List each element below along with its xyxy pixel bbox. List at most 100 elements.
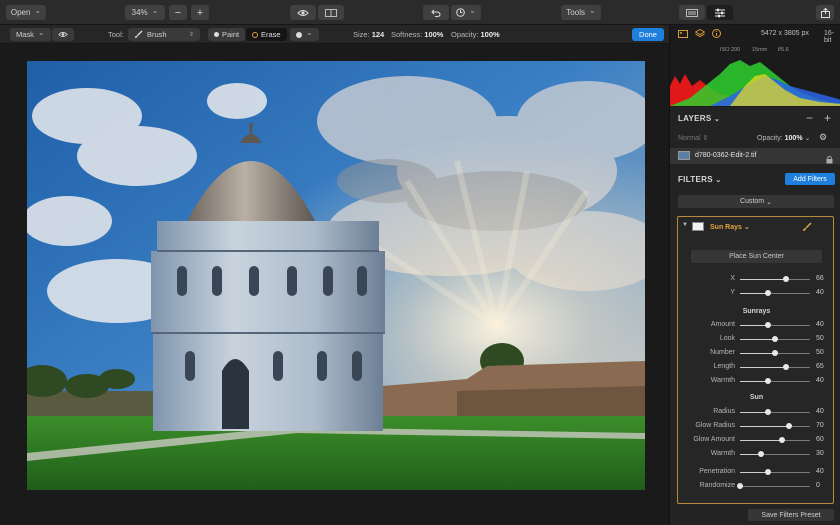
slider-knob[interactable] <box>772 336 778 342</box>
slider-track[interactable] <box>740 290 810 296</box>
slider-knob[interactable] <box>765 378 771 384</box>
slider-y[interactable]: Y 40 <box>678 287 835 299</box>
paint-dot-icon <box>214 32 219 37</box>
done-button[interactable]: Done <box>632 28 664 41</box>
slider-knob[interactable] <box>765 322 771 328</box>
slider-knob[interactable] <box>737 483 743 489</box>
layer-item[interactable]: d780-0362-Edit-2.tif <box>670 148 840 164</box>
slider-knob[interactable] <box>772 350 778 356</box>
add-layer-button[interactable]: + <box>824 111 831 125</box>
image-info-row: 5472 x 3805 px 16-bit <box>678 28 838 44</box>
tools-dropdown[interactable]: Tools <box>561 5 601 20</box>
slider-knob[interactable] <box>783 276 790 282</box>
slider-track[interactable] <box>740 336 810 342</box>
slider-radius[interactable]: Radius 40 <box>678 406 835 418</box>
slider-glow-amount[interactable]: Glow Amount 60 <box>678 434 835 446</box>
brush-size-control[interactable]: Size: 124 <box>353 28 384 41</box>
slider-warmth[interactable]: Warmth 40 <box>678 375 835 387</box>
brush-opacity-control[interactable]: Opacity: 100% <box>451 28 500 41</box>
slider-knob[interactable] <box>765 469 771 475</box>
adjustments-panel-toggle[interactable] <box>707 5 733 20</box>
layers-title[interactable]: LAYERS ⌄ <box>678 114 720 123</box>
histogram-graph <box>670 60 840 106</box>
slider-track[interactable] <box>740 409 810 415</box>
collapse-triangle-icon[interactable]: ▼ <box>682 222 688 228</box>
tool-label: Tool: <box>108 30 124 39</box>
filter-preset-dropdown[interactable]: Custom ⌄ <box>678 195 834 208</box>
filter-name[interactable]: Sun Rays ⌄ <box>710 223 750 231</box>
blend-mode-dropdown[interactable]: Normal ⇕ <box>678 134 708 142</box>
slider-amount[interactable]: Amount 40 <box>678 319 835 331</box>
slider-label: Randomize <box>699 482 735 489</box>
share-button[interactable] <box>816 5 834 20</box>
zoom-in-button[interactable]: + <box>191 5 209 20</box>
remove-layer-button[interactable]: − <box>806 111 813 125</box>
histogram: 5472 x 3805 px 16-bit ISO 200 15mm f/5.6 <box>670 25 840 107</box>
image-canvas[interactable] <box>0 45 669 525</box>
gear-icon[interactable]: ⚙ <box>819 132 827 143</box>
slider-fill <box>740 426 789 427</box>
slider-knob[interactable] <box>786 423 792 429</box>
compare-view-button[interactable] <box>318 5 344 20</box>
slider-track[interactable] <box>740 423 810 429</box>
filter-mask-thumbnail[interactable] <box>692 222 704 231</box>
slider-track[interactable] <box>740 364 810 370</box>
slider-length[interactable]: Length 65 <box>678 361 835 373</box>
layers-panel-toggle[interactable] <box>679 5 705 20</box>
erase-mode-button[interactable]: Erase <box>246 28 287 41</box>
save-filters-preset-button[interactable]: Save Filters Preset <box>748 509 834 521</box>
mask-visibility-button[interactable] <box>52 28 74 41</box>
slider-value: 70 <box>816 422 824 429</box>
slider-knob[interactable] <box>765 409 771 415</box>
slider-track[interactable] <box>737 483 810 489</box>
layer-thumbnail <box>678 151 690 160</box>
slider-randomize[interactable]: Randomize 0 <box>678 480 835 492</box>
paint-mode-button[interactable]: Paint <box>208 28 246 41</box>
slider-warmth[interactable]: Warmth 30 <box>678 448 835 460</box>
slider-track[interactable] <box>740 469 810 475</box>
brush-preset-dropdown[interactable] <box>290 28 319 41</box>
slider-value: 60 <box>816 436 824 443</box>
zoom-dropdown[interactable]: 34% <box>125 5 165 20</box>
tool-dropdown[interactable]: Brush ⇕ <box>128 28 200 41</box>
layer-opacity-control[interactable]: Opacity: 100% ⌄ <box>757 134 810 142</box>
photo-pisa-baptistery[interactable] <box>27 61 645 490</box>
info-icon <box>712 29 721 38</box>
brush-softness-control[interactable]: Softness: 100% <box>391 28 443 41</box>
exif-iso: ISO 200 <box>720 47 741 53</box>
slider-track[interactable] <box>740 322 810 328</box>
undo-button[interactable] <box>423 5 449 20</box>
slider-value: 40 <box>816 321 824 328</box>
place-sun-center-button[interactable]: Place Sun Center <box>691 250 822 263</box>
slider-glow-radius[interactable]: Glow Radius 70 <box>678 420 835 432</box>
slider-fill <box>740 472 768 473</box>
brush-icon[interactable] <box>802 222 812 232</box>
slider-fill <box>740 353 775 354</box>
layer-options-row: Normal ⇕ Opacity: 100% ⌄ ⚙ <box>670 131 840 145</box>
slider-track[interactable] <box>740 276 810 282</box>
undo-icon <box>431 9 441 17</box>
slider-knob[interactable] <box>758 451 764 457</box>
slider-track[interactable] <box>740 350 810 356</box>
slider-number[interactable]: Number 50 <box>678 347 835 359</box>
open-button[interactable]: Open <box>6 5 46 20</box>
slider-track[interactable] <box>740 451 810 457</box>
slider-label: Warmth <box>710 377 735 384</box>
slider-knob[interactable] <box>782 364 789 370</box>
slider-x[interactable]: X 66 <box>678 273 835 285</box>
add-filters-button[interactable]: Add Filters <box>785 173 835 185</box>
filters-title[interactable]: FILTERS ⌄ <box>678 175 722 184</box>
slider-knob[interactable] <box>765 290 771 296</box>
sun-rays-header[interactable]: ▼ Sun Rays ⌄ <box>678 217 835 237</box>
slider-penetration[interactable]: Penetration 40 <box>678 466 835 478</box>
exif-focal: 15mm <box>752 47 768 53</box>
layers-stack-icon <box>695 29 705 38</box>
preview-toggle-button[interactable] <box>290 5 316 20</box>
mask-dropdown[interactable]: Mask <box>10 28 51 41</box>
slider-track[interactable] <box>740 437 810 443</box>
slider-knob[interactable] <box>779 437 785 443</box>
zoom-out-button[interactable]: − <box>169 5 187 20</box>
history-button[interactable] <box>451 5 481 20</box>
slider-track[interactable] <box>740 378 810 384</box>
slider-look[interactable]: Look 50 <box>678 333 835 345</box>
